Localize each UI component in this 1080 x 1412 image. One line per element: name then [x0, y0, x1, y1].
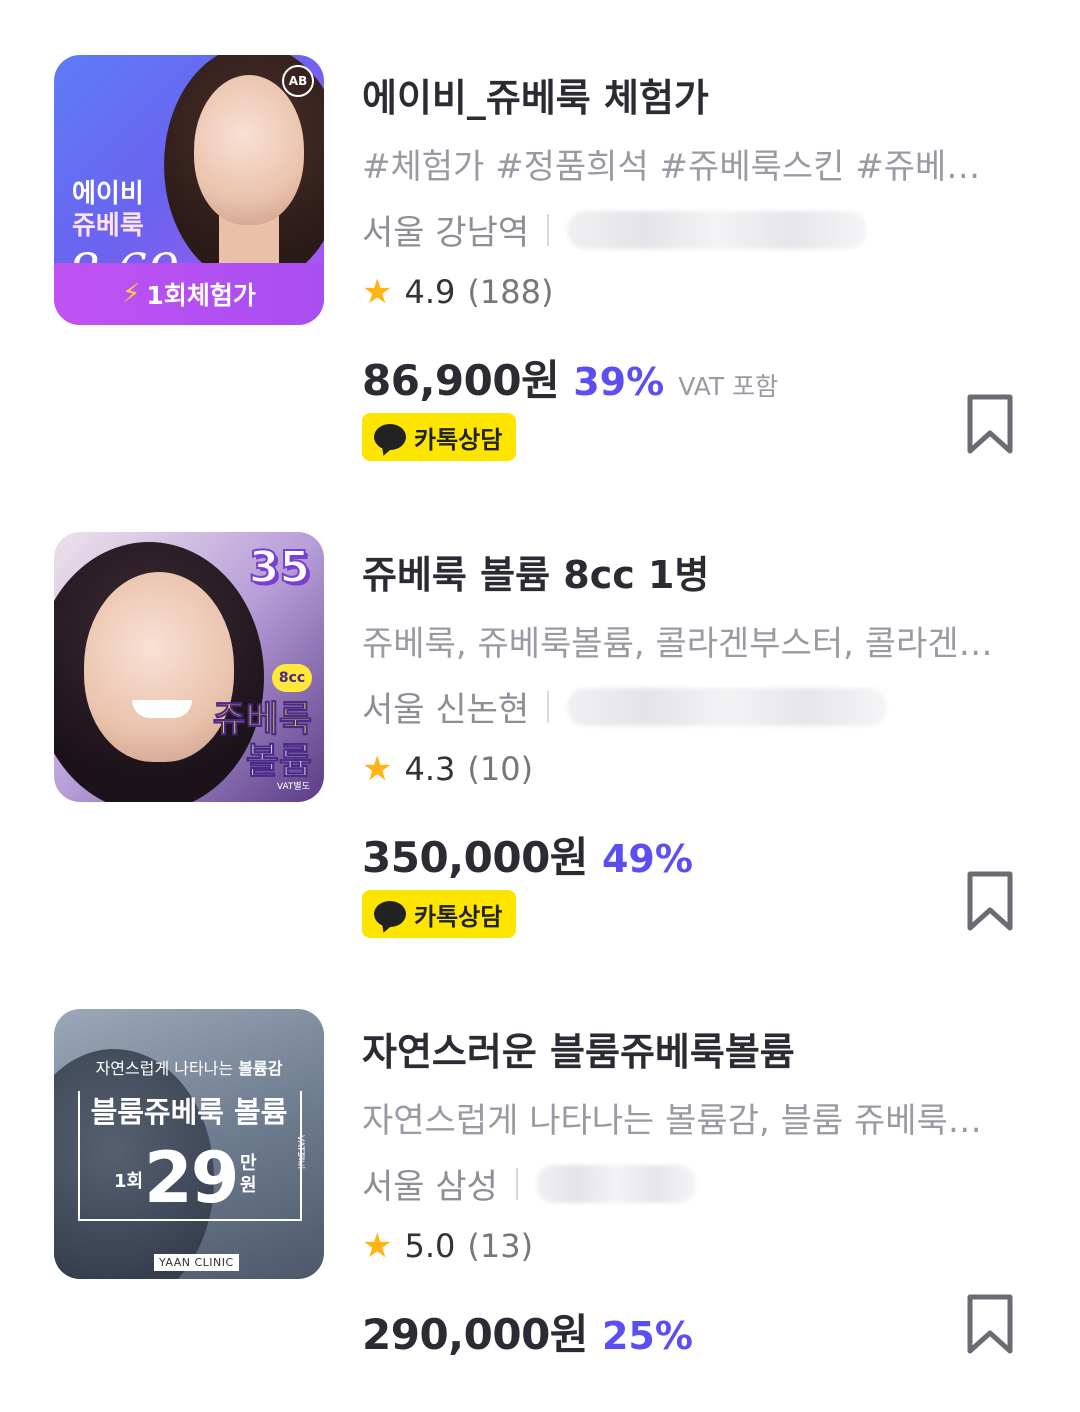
thumb-vat: VAT별도	[276, 782, 310, 792]
list-item[interactable]: 자연스럽게 나타나는 볼륨감 블룸쥬베룩 볼륨 1회 29 만원 VAT별도 Y…	[0, 1009, 1080, 1412]
thumb-number: 29	[144, 1137, 239, 1219]
item-tags: #체험가 #정품희석 #쥬베룩스킨 #쥬베룩 #쥬베룩볼륨	[362, 147, 1002, 187]
review-count: (13)	[467, 1227, 534, 1265]
speech-bubble-icon	[374, 901, 406, 927]
kakao-consult-button[interactable]: 카톡상담	[362, 890, 517, 938]
thumb-caption: 자연스럽게 나타나는 볼륨감	[95, 1059, 283, 1078]
procedure-list: AB 에이비 쥬베룩 8.69 ⚡ 1회체험가 에이비_쥬베룩 체험가 #체험가…	[0, 0, 1080, 1412]
review-count: (10)	[467, 750, 534, 788]
star-icon: ★	[362, 749, 393, 789]
thumb-product: 쥬베룩	[72, 211, 144, 241]
location-label: 서울 삼성	[362, 1167, 498, 1207]
list-item[interactable]: AB 에이비 쥬베룩 8.69 ⚡ 1회체험가 에이비_쥬베룩 체험가 #체험가…	[0, 55, 1080, 475]
thumb-badge: 8cc	[272, 664, 312, 692]
location-label: 서울 신논현	[362, 690, 530, 730]
price-amount: 350,000원	[362, 833, 588, 882]
location-label: 서울 강남역	[362, 213, 530, 253]
item-price: 86,900원 39% VAT 포함	[362, 347, 778, 408]
item-tags: 자연스럽게 나타나는 볼륨감, 블룸 쥬베룩볼륨	[362, 1101, 1002, 1141]
product-thumbnail[interactable]: 35 8cc 쥬베룩 볼륨 VAT별도	[54, 532, 324, 802]
lightning-icon: ⚡	[122, 279, 141, 309]
divider	[547, 690, 550, 723]
rating-score: 4.3	[404, 750, 456, 788]
product-thumbnail[interactable]: 자연스럽게 나타나는 볼륨감 블룸쥬베룩 볼륨 1회 29 만원 VAT별도 Y…	[54, 1009, 324, 1279]
vat-note: VAT 포함	[678, 372, 779, 401]
item-title[interactable]: 쥬베룩 볼륨 8cc 1병	[362, 544, 709, 599]
item-location: 서울 신논현	[362, 682, 888, 731]
price-amount: 290,000원	[362, 1310, 588, 1359]
star-icon: ★	[362, 1226, 393, 1266]
price-amount: 86,900원	[362, 356, 560, 405]
discount-rate: 25%	[601, 1314, 693, 1358]
thumb-number: 35	[248, 541, 311, 594]
thumb-line2: 볼륨	[245, 741, 312, 783]
thumb-unit: 만원	[240, 1153, 257, 1196]
redacted-clinic-name	[535, 1164, 696, 1203]
review-count: (188)	[467, 273, 554, 311]
kakao-consult-label: 카톡상담	[414, 902, 503, 931]
list-item[interactable]: 35 8cc 쥬베룩 볼륨 VAT별도 쥬베룩 볼륨 8cc 1병 쥬베룩, 쥬…	[0, 532, 1080, 952]
star-icon: ★	[362, 272, 393, 312]
rating-score: 4.9	[404, 273, 456, 311]
discount-rate: 39%	[573, 360, 665, 404]
kakao-consult-label: 카톡상담	[414, 425, 503, 454]
redacted-clinic-name	[567, 210, 868, 249]
product-thumbnail[interactable]: AB 에이비 쥬베룩 8.69 ⚡ 1회체험가	[54, 55, 324, 325]
speech-bubble-icon	[374, 424, 406, 450]
bookmark-icon[interactable]	[966, 870, 1014, 932]
item-rating: ★ 5.0 (13)	[362, 1227, 533, 1265]
thumb-band-label: 1회체험가	[146, 281, 256, 310]
divider	[515, 1167, 518, 1200]
item-price: 290,000원 25%	[362, 1301, 693, 1362]
item-price: 350,000원 49%	[362, 824, 693, 885]
discount-rate: 49%	[601, 837, 693, 881]
item-title[interactable]: 자연스러운 블룸쥬베룩볼륨	[362, 1021, 795, 1076]
item-rating: ★ 4.9 (188)	[362, 273, 553, 311]
thumb-vat: VAT별도	[295, 1135, 305, 1170]
divider	[547, 213, 550, 246]
item-rating: ★ 4.3 (10)	[362, 750, 533, 788]
kakao-consult-button[interactable]: 카톡상담	[362, 413, 517, 461]
redacted-clinic-name	[567, 687, 888, 726]
item-title[interactable]: 에이비_쥬베룩 체험가	[362, 67, 709, 122]
thumb-band: ⚡ 1회체험가	[54, 263, 324, 325]
clinic-logo: AB	[282, 65, 314, 97]
rating-score: 5.0	[404, 1227, 456, 1265]
item-location: 서울 강남역	[362, 205, 868, 254]
thumb-count: 1회	[114, 1171, 144, 1192]
clinic-logo: YAAN CLINIC	[154, 1254, 239, 1271]
bookmark-icon[interactable]	[966, 1293, 1014, 1355]
thumb-title: 블룸쥬베룩 볼륨	[90, 1095, 288, 1129]
item-location: 서울 삼성	[362, 1159, 696, 1208]
item-tags: 쥬베룩, 쥬베룩볼륨, 콜라겐부스터, 콜라겐주사	[362, 624, 1002, 664]
bookmark-icon[interactable]	[966, 393, 1014, 455]
